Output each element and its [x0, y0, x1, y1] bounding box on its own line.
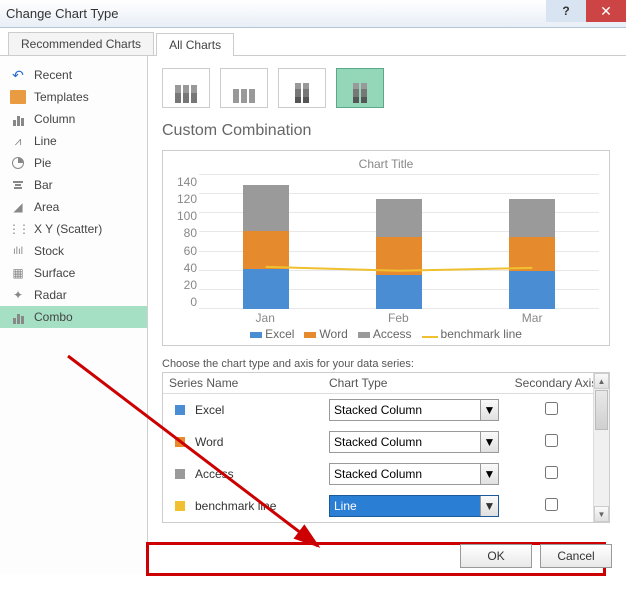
- x-axis-labels: Jan Feb Mar: [199, 311, 599, 325]
- chart-type-dropdown[interactable]: Line▼: [329, 495, 499, 517]
- recent-icon: [10, 68, 26, 82]
- series-row: WordStacked Column▼: [163, 426, 609, 458]
- chart-title: Chart Title: [173, 157, 599, 171]
- surface-icon: [10, 266, 26, 280]
- series-row: ExcelStacked Column▼: [163, 394, 609, 426]
- series-name: Word: [195, 435, 329, 449]
- legend-item: Access: [373, 327, 412, 341]
- scatter-icon: [10, 222, 26, 236]
- sidebar-item-surface[interactable]: Surface: [0, 262, 147, 284]
- sidebar-item-label: Templates: [34, 90, 89, 104]
- benchmark-line: [199, 175, 599, 309]
- sidebar-item-radar[interactable]: Radar: [0, 284, 147, 306]
- sidebar-item-label: Surface: [34, 266, 75, 280]
- sidebar-item-label: Line: [34, 134, 57, 148]
- window-title: Change Chart Type: [6, 6, 119, 21]
- sidebar-item-xy[interactable]: X Y (Scatter): [0, 218, 147, 240]
- tab-all-charts[interactable]: All Charts: [156, 33, 234, 56]
- sidebar-item-label: Radar: [34, 288, 67, 302]
- scroll-down-button[interactable]: ▼: [594, 506, 609, 522]
- sidebar-item-combo[interactable]: Combo: [0, 306, 147, 328]
- stock-icon: [10, 244, 26, 258]
- series-color-marker: [175, 469, 185, 479]
- combo-subtype-3[interactable]: [278, 68, 326, 108]
- help-button[interactable]: ?: [546, 0, 586, 22]
- sidebar-item-stock[interactable]: Stock: [0, 240, 147, 262]
- sidebar-item-label: Column: [34, 112, 75, 126]
- chart-type-dropdown[interactable]: Stacked Column▼: [329, 431, 499, 453]
- chart-category-sidebar: Recent Templates Column Line Pie Bar Are…: [0, 56, 148, 574]
- header-secondary-axis: Secondary Axis: [509, 376, 603, 390]
- sidebar-item-bar[interactable]: Bar: [0, 174, 147, 196]
- sidebar-item-label: Recent: [34, 68, 72, 82]
- series-table: Series Name Chart Type Secondary Axis Ex…: [162, 372, 610, 523]
- secondary-axis-checkbox[interactable]: [545, 402, 558, 415]
- series-color-marker: [175, 405, 185, 415]
- header-chart-type: Chart Type: [329, 376, 509, 390]
- series-name: Excel: [195, 403, 329, 417]
- chart-subtype-thumbnails: [162, 68, 610, 108]
- chevron-down-icon: ▼: [480, 432, 498, 452]
- scrollbar[interactable]: ▲ ▼: [593, 373, 609, 522]
- legend-item: Word: [319, 327, 347, 341]
- folder-icon: [10, 90, 26, 104]
- chevron-down-icon: ▼: [480, 496, 498, 516]
- sidebar-item-label: Combo: [34, 310, 73, 324]
- chart-type-dropdown[interactable]: Stacked Column▼: [329, 463, 499, 485]
- series-name: benchmark line: [195, 499, 329, 513]
- tab-recommended-charts[interactable]: Recommended Charts: [8, 32, 154, 55]
- combo-icon: [10, 310, 26, 324]
- cancel-button[interactable]: Cancel: [540, 544, 612, 568]
- series-row: benchmark lineLine▼: [163, 490, 609, 522]
- series-row: AccessStacked Column▼: [163, 458, 609, 490]
- sidebar-item-templates[interactable]: Templates: [0, 86, 147, 108]
- title-bar: Change Chart Type ? ✕: [0, 0, 626, 28]
- combo-subtype-1[interactable]: [162, 68, 210, 108]
- sidebar-item-label: Stock: [34, 244, 64, 258]
- tab-bar: Recommended Charts All Charts: [0, 28, 626, 56]
- y-axis-labels: 020406080100120140: [173, 175, 197, 309]
- radar-icon: [10, 288, 26, 302]
- sidebar-item-label: Area: [34, 200, 59, 214]
- series-color-marker: [175, 437, 185, 447]
- series-name: Access: [195, 467, 329, 481]
- x-label: Mar: [522, 311, 543, 325]
- scroll-thumb[interactable]: [595, 390, 608, 430]
- chart-legend: Excel Word Access benchmark line: [173, 327, 599, 341]
- line-icon: [10, 134, 26, 148]
- secondary-axis-checkbox[interactable]: [545, 466, 558, 479]
- sidebar-item-label: X Y (Scatter): [34, 222, 102, 236]
- chevron-down-icon: ▼: [480, 464, 498, 484]
- close-button[interactable]: ✕: [586, 0, 626, 22]
- column-icon: [10, 112, 26, 126]
- combo-subtype-2[interactable]: [220, 68, 268, 108]
- choose-label: Choose the chart type and axis for your …: [162, 358, 610, 370]
- bar-icon: [10, 178, 26, 192]
- secondary-axis-checkbox[interactable]: [545, 498, 558, 511]
- x-label: Feb: [388, 311, 409, 325]
- chevron-down-icon: ▼: [480, 400, 498, 420]
- legend-item: Excel: [265, 327, 294, 341]
- header-series-name: Series Name: [169, 376, 329, 390]
- sidebar-item-pie[interactable]: Pie: [0, 152, 147, 174]
- combo-subtype-custom[interactable]: [336, 68, 384, 108]
- sidebar-item-recent[interactable]: Recent: [0, 64, 147, 86]
- sidebar-item-label: Pie: [34, 156, 51, 170]
- area-icon: [10, 200, 26, 214]
- sidebar-item-line[interactable]: Line: [0, 130, 147, 152]
- ok-button[interactable]: OK: [460, 544, 532, 568]
- sidebar-item-label: Bar: [34, 178, 53, 192]
- section-title: Custom Combination: [162, 122, 610, 140]
- chart-type-dropdown[interactable]: Stacked Column▼: [329, 399, 499, 421]
- chart-preview: Chart Title 020406080100120140 Jan Feb M…: [162, 150, 610, 346]
- sidebar-item-area[interactable]: Area: [0, 196, 147, 218]
- scroll-up-button[interactable]: ▲: [594, 373, 609, 389]
- x-label: Jan: [256, 311, 275, 325]
- secondary-axis-checkbox[interactable]: [545, 434, 558, 447]
- series-color-marker: [175, 501, 185, 511]
- sidebar-item-column[interactable]: Column: [0, 108, 147, 130]
- legend-item: benchmark line: [441, 327, 522, 341]
- pie-icon: [10, 156, 26, 170]
